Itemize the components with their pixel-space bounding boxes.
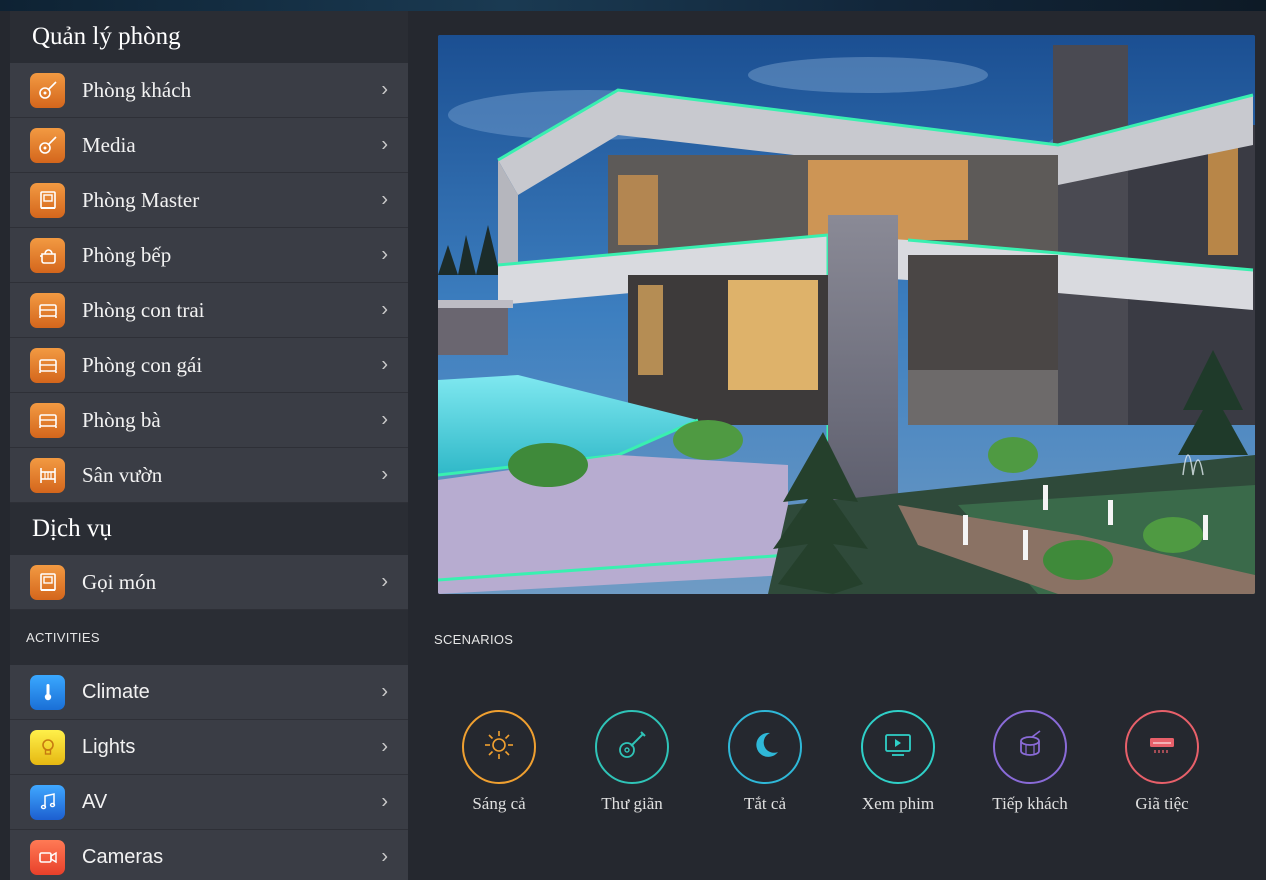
bed-icon <box>30 292 65 328</box>
chevron-right-icon: › <box>381 408 388 431</box>
sidebar-item-av[interactable]: AV › <box>10 775 408 830</box>
scenario-tat-ca[interactable]: Tắt cả <box>710 710 820 814</box>
bed-icon <box>30 402 65 438</box>
scenario-label: Tắt cả <box>744 794 786 813</box>
sidebar-item-phong-ba[interactable]: Phòng bà › <box>10 393 408 448</box>
sidebar-item-label: Phòng khách <box>82 77 192 102</box>
sun-icon <box>482 728 516 767</box>
sidebar-item-label: AV <box>82 790 108 813</box>
scenario-ring <box>595 710 669 784</box>
sidebar-item-label: Cameras <box>82 845 164 868</box>
door-phone-icon <box>30 564 65 600</box>
scenario-thu-gian[interactable]: Thư giãn <box>577 710 687 814</box>
guitar-icon <box>30 127 65 163</box>
scenario-ring <box>861 710 935 784</box>
guitar-icon <box>30 72 65 108</box>
sidebar-item-phong-master[interactable]: Phòng Master › <box>10 173 408 228</box>
sidebar-item-goi-mon[interactable]: Gọi món › <box>10 555 408 610</box>
moon-icon <box>748 728 782 767</box>
chevron-right-icon: › <box>381 133 388 156</box>
chevron-right-icon: › <box>381 188 388 211</box>
sidebar-item-label: Phòng con gái <box>82 352 203 377</box>
sidebar-item-label: Phòng bà <box>82 407 161 432</box>
camera-icon <box>30 839 65 875</box>
scenario-gia-tiec[interactable]: Giã tiệc <box>1107 710 1217 814</box>
scenario-label: Xem phim <box>861 794 935 813</box>
scenario-ring <box>1125 710 1199 784</box>
sidebar-item-label: Lights <box>82 735 136 758</box>
sidebar-item-label: Media <box>82 132 136 157</box>
top-banner-strip <box>0 0 1266 11</box>
guitar-icon <box>614 727 650 768</box>
service-section-title: Dịch vụ <box>10 503 408 555</box>
sidebar-item-san-vuon[interactable]: Sân vườn › <box>10 448 408 503</box>
lightbulb-icon <box>30 729 65 765</box>
sidebar-item-label: Climate <box>82 680 150 703</box>
music-note-icon <box>30 784 65 820</box>
chevron-right-icon: › <box>381 790 388 813</box>
sidebar-item-phong-bep[interactable]: Phòng bếp › <box>10 228 408 283</box>
chevron-right-icon: › <box>381 570 388 593</box>
scenario-label: Giã tiệc <box>1135 794 1189 813</box>
kettle-icon <box>30 237 65 273</box>
activities-title: ACTIVITIES <box>10 610 408 665</box>
scenario-label: Sáng cả <box>472 794 526 813</box>
sidebar-item-climate[interactable]: Climate › <box>10 665 408 720</box>
scenario-ring <box>728 710 802 784</box>
thermometer-icon <box>30 674 65 710</box>
room-section-title: Quản lý phòng <box>10 11 408 63</box>
air-conditioner-icon <box>1144 727 1180 768</box>
chevron-right-icon: › <box>381 463 388 486</box>
scenario-sang-ca[interactable]: Sáng cả <box>444 710 554 814</box>
sidebar-item-label: Phòng con trai <box>82 297 205 322</box>
scenario-label: Tiếp khách <box>992 794 1068 813</box>
sidebar-item-lights[interactable]: Lights › <box>10 720 408 775</box>
sidebar-item-cameras[interactable]: Cameras › <box>10 830 408 880</box>
bed-icon <box>30 347 65 383</box>
sidebar: Quản lý phòng Phòng khách › Media › Phòn… <box>10 11 408 880</box>
scenario-xem-phim[interactable]: Xem phim <box>843 710 953 814</box>
scenario-ring <box>462 710 536 784</box>
chevron-right-icon: › <box>381 243 388 266</box>
drum-icon <box>1012 727 1048 768</box>
sidebar-item-phong-con-trai[interactable]: Phòng con trai › <box>10 283 408 338</box>
house-hero-image <box>438 35 1255 594</box>
chevron-right-icon: › <box>381 735 388 758</box>
chevron-right-icon: › <box>381 78 388 101</box>
scenario-tiep-khach[interactable]: Tiếp khách <box>975 710 1085 814</box>
chevron-right-icon: › <box>381 353 388 376</box>
sidebar-item-label: Gọi món <box>82 569 157 594</box>
scenarios-title: SCENARIOS <box>434 632 514 647</box>
door-phone-icon <box>30 182 65 218</box>
sidebar-item-label: Phòng bếp <box>82 242 172 267</box>
sidebar-item-label: Phòng Master <box>82 187 200 212</box>
sidebar-item-label: Sân vườn <box>82 462 163 487</box>
scenario-ring <box>993 710 1067 784</box>
tv-icon <box>880 727 916 768</box>
fence-icon <box>30 457 65 493</box>
sidebar-item-media[interactable]: Media › <box>10 118 408 173</box>
scenario-label: Thư giãn <box>601 794 663 813</box>
sidebar-item-phong-khach[interactable]: Phòng khách › <box>10 63 408 118</box>
sidebar-item-phong-con-gai[interactable]: Phòng con gái › <box>10 338 408 393</box>
chevron-right-icon: › <box>381 680 388 703</box>
chevron-right-icon: › <box>381 845 388 868</box>
chevron-right-icon: › <box>381 298 388 321</box>
